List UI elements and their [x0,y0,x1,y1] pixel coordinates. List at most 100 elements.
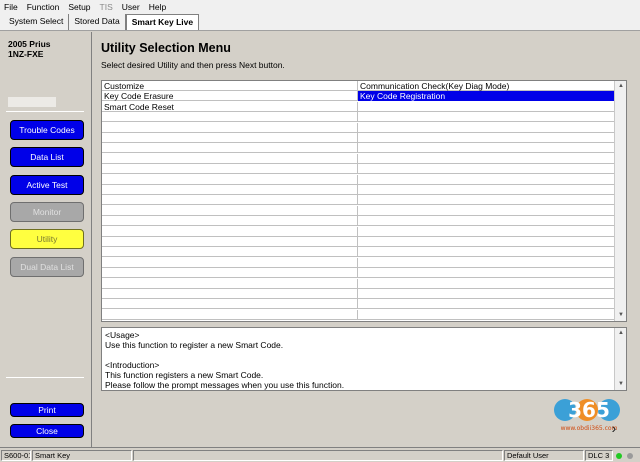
vehicle-info: 2005 Prius 1NZ-FXE [8,39,51,59]
table-row [102,112,614,123]
monitor-button[interactable]: Monitor [10,202,84,222]
utility-grid: Customize Communication Check(Key Diag Mo… [101,80,627,322]
grid-cell-right [358,206,614,216]
table-row [102,195,614,206]
secondary-indicator-icon [627,453,633,459]
grid-cell-right [358,310,614,320]
grid-cell-left[interactable]: Customize [102,81,358,91]
grid-cell-right [358,154,614,164]
active-test-button[interactable]: Active Test [10,175,84,195]
trouble-codes-button[interactable]: Trouble Codes [10,120,84,140]
utility-button[interactable]: Utility [10,229,84,249]
chevron-right-icon: › [611,420,617,436]
vehicle-model: 2005 Prius [8,39,51,49]
menu-tis[interactable]: TIS [100,2,113,12]
grid-cell-right [358,133,614,143]
info-scroll-up-icon[interactable]: ▲ [615,328,627,339]
table-row [102,164,614,175]
table-row [102,122,614,133]
grid-scrollbar[interactable]: ▲ ▼ [614,81,626,321]
grid-cell-right [358,299,614,309]
close-button[interactable]: Close [10,424,84,438]
grid-cell-left [102,299,358,310]
table-row [102,185,614,195]
info-prompt-text: Please follow the prompt messages when y… [105,380,345,390]
sidebar-divider-bottom [6,377,84,378]
grid-cell-left [102,216,358,227]
grid-cell-right [358,216,614,226]
menu-help[interactable]: Help [149,2,166,12]
scroll-up-icon[interactable]: ▲ [615,81,627,92]
grid-cell-right [358,227,614,237]
sidebar-divider-top [6,111,84,112]
table-row [102,216,614,227]
info-usage-text: Use this function to register a new Smar… [105,340,284,350]
scroll-down-icon[interactable]: ▼ [615,310,627,321]
table-row [102,237,614,247]
grid-cell-left [102,133,358,143]
status-dlc: DLC 3 [585,450,613,461]
table-row [102,278,614,289]
grid-cell-left [102,289,358,299]
grid-cell-right [358,279,614,289]
table-row [102,289,614,299]
menu-user[interactable]: User [122,2,140,12]
table-row: Key Code Erasure Key Code Registration [102,91,614,102]
table-row [102,174,614,185]
grid-cell-left[interactable]: Key Code Erasure [102,91,358,102]
grid-cell-left [102,226,358,237]
tab-system-select[interactable]: System Select [4,14,70,30]
menu-file[interactable]: File [4,2,18,12]
info-usage-heading: <Usage> [105,330,140,340]
grid-cell-right [358,185,614,195]
table-row [102,133,614,143]
table-row [102,268,614,279]
next-button[interactable]: › [604,420,624,438]
table-row [102,247,614,258]
info-intro-heading: <Introduction> [105,360,160,370]
table-row [102,205,614,216]
main-panel: Utility Selection Menu Select desired Ut… [93,32,640,447]
info-intro-text: This function registers a new Smart Code… [105,370,264,380]
page-instructions: Select desired Utility and then press Ne… [101,60,285,70]
table-row: Smart Code Reset [102,101,614,112]
menu-setup[interactable]: Setup [68,2,90,12]
menu-function[interactable]: Function [27,2,60,12]
vehicle-engine: 1NZ-FXE [8,49,44,59]
sidebar: 2005 Prius 1NZ-FXE Trouble Codes Data Li… [0,32,92,447]
grid-cell-right [358,123,614,133]
grid-cell-right [358,143,614,153]
grid-cell-right [358,102,614,112]
grid-cell-left [102,309,358,320]
grid-cell-left [102,143,358,154]
table-row [102,309,614,320]
grid-cell-right[interactable]: Key Code Registration [358,91,614,102]
grid-cell-left [102,153,358,164]
tab-stored-data[interactable]: Stored Data [69,14,126,30]
grid-cell-right [358,175,614,185]
dual-data-list-button[interactable]: Dual Data List [10,257,84,277]
info-panel: <Usage> Use this function to register a … [101,327,627,391]
tab-bar: System Select Stored Data Smart Key Live [0,13,640,31]
print-button[interactable]: Print [10,403,84,417]
grid-cell-left [102,237,358,247]
grid-cell-right [358,164,614,174]
grid-cell-left [102,112,358,123]
grid-cell-left [102,247,358,258]
grid-cell-left[interactable]: Smart Code Reset [102,101,358,112]
grid-cell-right [358,247,614,257]
data-list-button[interactable]: Data List [10,147,84,167]
grid-cell-right[interactable]: Communication Check(Key Diag Mode) [358,81,614,91]
table-row [102,143,614,154]
grid-cell-left [102,205,358,216]
grid-cell-right [358,112,614,122]
connection-indicator-icon [616,453,622,459]
grid-cell-right [358,237,614,247]
table-row [102,257,614,268]
logo-text: 365 [568,398,610,422]
info-scrollbar[interactable]: ▲ ▼ [614,328,626,390]
status-user: Default User [504,450,584,461]
grid-cell-left [102,185,358,195]
grid-cell-left [102,195,358,206]
tab-smart-key-live[interactable]: Smart Key Live [125,14,200,30]
